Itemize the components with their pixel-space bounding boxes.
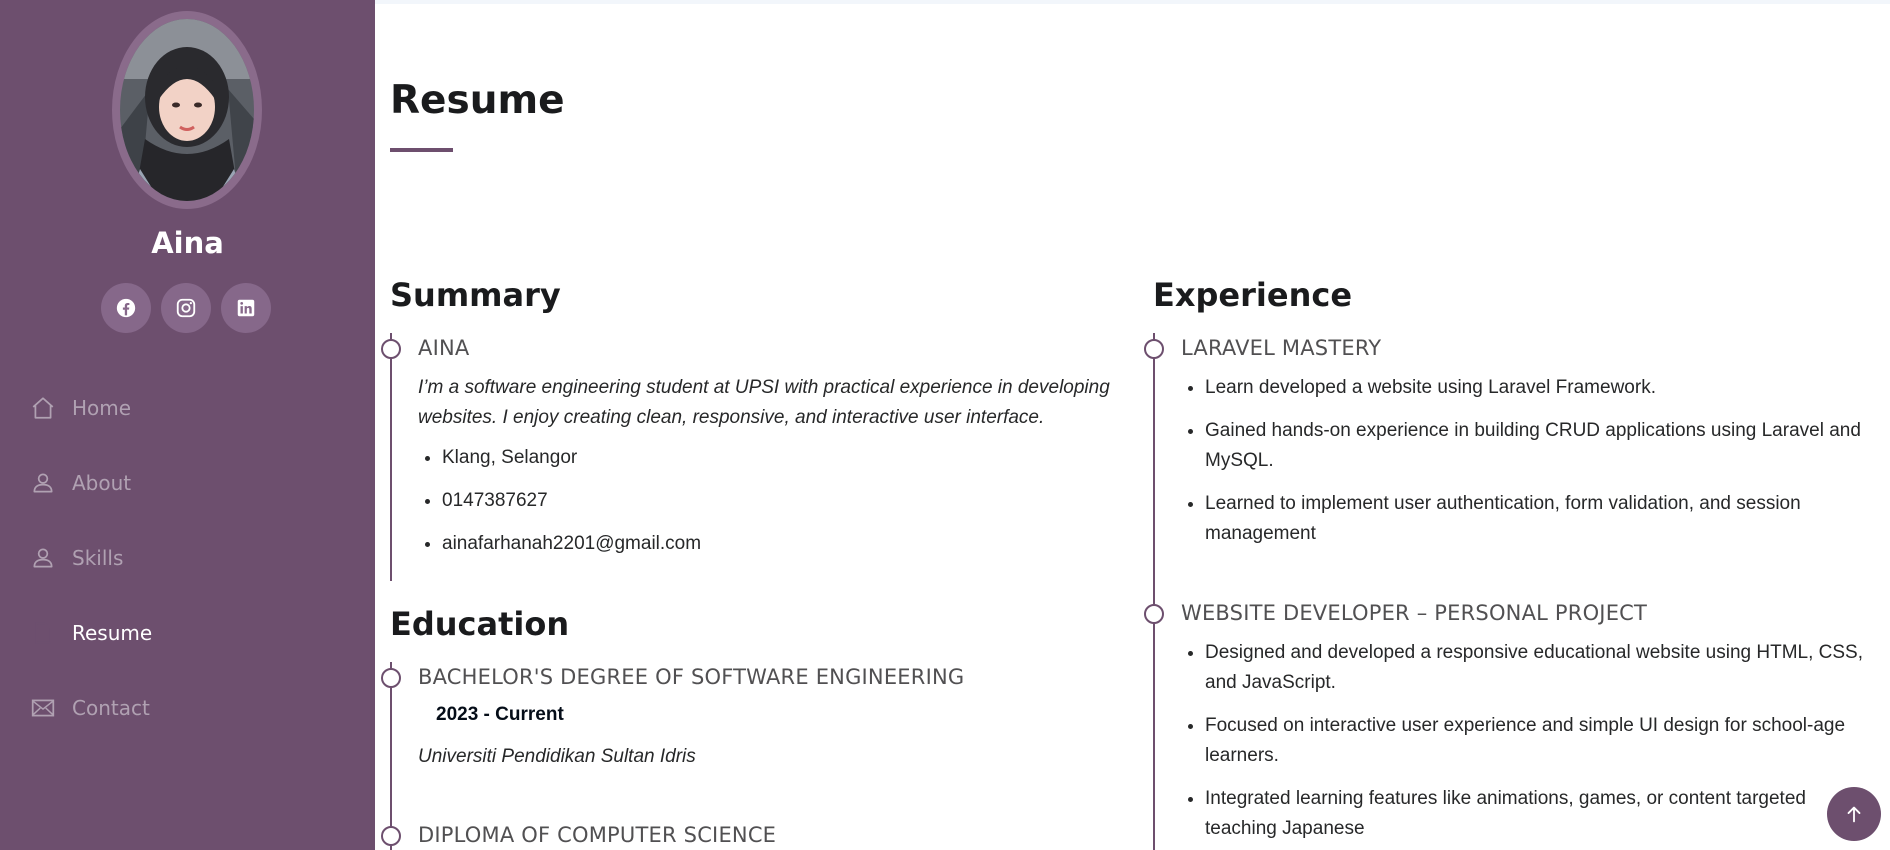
profile-name: Aina bbox=[151, 226, 224, 260]
sidebar-item-home[interactable]: Home bbox=[0, 370, 375, 445]
list-item: ainafarhanah2201@gmail.com bbox=[442, 529, 1125, 559]
timeline-dot bbox=[381, 826, 401, 846]
person-icon bbox=[30, 470, 56, 496]
facebook-icon bbox=[115, 297, 137, 319]
experience-item: LARAVEL MASTERY Learn developed a websit… bbox=[1144, 333, 1875, 598]
home-icon bbox=[30, 395, 56, 421]
sidebar-item-contact[interactable]: Contact bbox=[0, 670, 375, 745]
experience-bullets: Learn developed a website using Laravel … bbox=[1181, 373, 1875, 549]
list-item: Learn developed a website using Laravel … bbox=[1205, 373, 1875, 403]
experience-item-title: LARAVEL MASTERY bbox=[1181, 336, 1382, 360]
list-item: Integrated learning features like animat… bbox=[1205, 784, 1875, 844]
sidebar-item-label: Home bbox=[72, 395, 132, 420]
education-school: Universiti Pendidikan Sultan Idris bbox=[418, 746, 696, 767]
avatar-frame bbox=[112, 11, 262, 209]
page-title: Resume bbox=[390, 78, 565, 123]
linkedin-button[interactable] bbox=[221, 283, 271, 333]
file-icon bbox=[30, 620, 56, 646]
list-item: Klang, Selangor bbox=[442, 443, 1125, 473]
sidebar-item-label: Resume bbox=[72, 620, 153, 645]
timeline-dot bbox=[1144, 604, 1164, 624]
timeline-dot bbox=[381, 668, 401, 688]
education-item: DIPLOMA OF COMPUTER SCIENCE bbox=[381, 820, 1125, 850]
summary-details: Klang, Selangor 0147387627 ainafarhanah2… bbox=[418, 443, 1125, 559]
list-item: Learned to implement user authentication… bbox=[1205, 489, 1875, 549]
sidebar-nav: Home About Skills Resume Contact bbox=[0, 370, 375, 745]
social-links bbox=[101, 283, 271, 333]
title-underline bbox=[390, 148, 453, 152]
instagram-icon bbox=[175, 297, 197, 319]
envelope-icon bbox=[30, 695, 56, 721]
summary-item-title: AINA bbox=[418, 336, 470, 360]
sidebar-item-skills[interactable]: Skills bbox=[0, 520, 375, 595]
education-item: BACHELOR'S DEGREE OF SOFTWARE ENGINEERIN… bbox=[381, 662, 1125, 820]
sidebar-item-label: Skills bbox=[72, 545, 124, 570]
main-content: Resume Summary AINA I’m a software engin… bbox=[375, 0, 1890, 850]
list-item: Gained hands-on experience in building C… bbox=[1205, 416, 1875, 476]
sidebar: Aina Home About Skills Resume Contact bbox=[0, 0, 375, 850]
experience-bullets: Designed and developed a responsive educ… bbox=[1181, 638, 1875, 844]
experience-item-title: WEBSITE DEVELOPER – PERSONAL PROJECT bbox=[1181, 601, 1648, 625]
top-divider bbox=[375, 0, 1890, 4]
education-item-title: DIPLOMA OF COMPUTER SCIENCE bbox=[418, 823, 777, 847]
back-to-top-button[interactable] bbox=[1827, 787, 1881, 841]
education-heading: Education bbox=[390, 605, 570, 643]
list-item: 0147387627 bbox=[442, 486, 1125, 516]
person-icon bbox=[30, 545, 56, 571]
list-item: Designed and developed a responsive educ… bbox=[1205, 638, 1875, 698]
summary-heading: Summary bbox=[390, 276, 561, 314]
experience-item: WEBSITE DEVELOPER – PERSONAL PROJECT Des… bbox=[1144, 598, 1875, 850]
timeline-dot bbox=[1144, 339, 1164, 359]
summary-text: I’m a software engineering student at UP… bbox=[418, 377, 1110, 428]
sidebar-item-label: Contact bbox=[72, 695, 150, 720]
sidebar-item-label: About bbox=[72, 470, 132, 495]
timeline-dot bbox=[381, 339, 401, 359]
facebook-button[interactable] bbox=[101, 283, 151, 333]
education-years: 2023 - Current bbox=[436, 704, 564, 725]
education-item-title: BACHELOR'S DEGREE OF SOFTWARE ENGINEERIN… bbox=[418, 665, 965, 689]
arrow-up-icon bbox=[1843, 803, 1865, 825]
instagram-button[interactable] bbox=[161, 283, 211, 333]
sidebar-item-resume[interactable]: Resume bbox=[0, 595, 375, 670]
sidebar-item-about[interactable]: About bbox=[0, 445, 375, 520]
experience-heading: Experience bbox=[1153, 276, 1353, 314]
avatar bbox=[120, 19, 254, 201]
list-item: Focused on interactive user experience a… bbox=[1205, 711, 1875, 771]
linkedin-icon bbox=[235, 297, 257, 319]
summary-item: AINA I’m a software engineering student … bbox=[381, 333, 1125, 581]
avatar-photo bbox=[120, 19, 254, 201]
